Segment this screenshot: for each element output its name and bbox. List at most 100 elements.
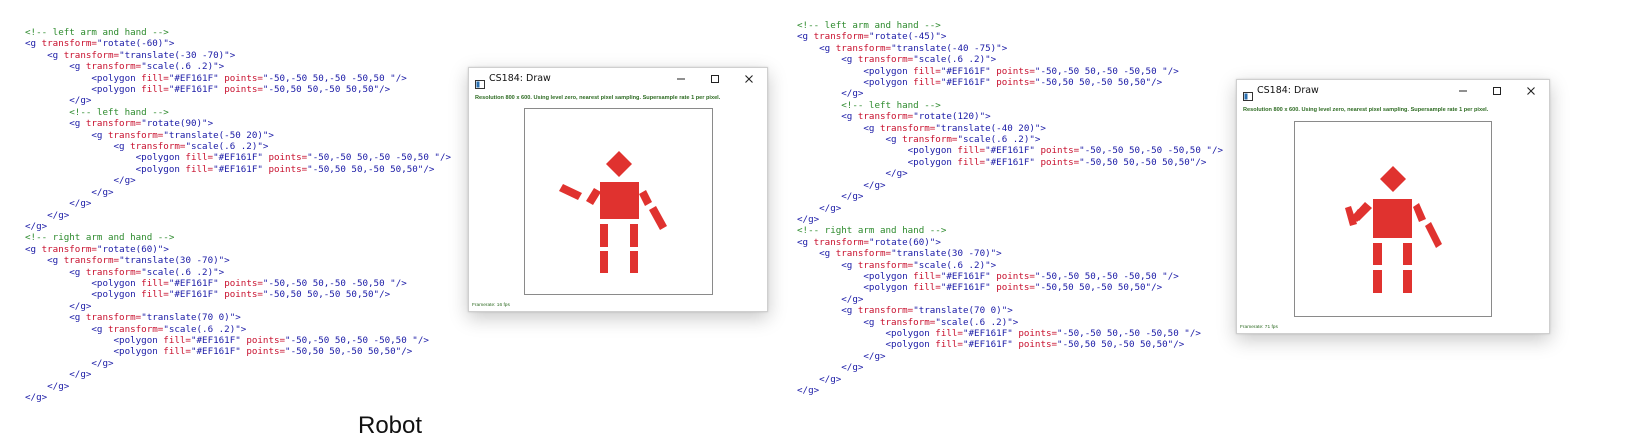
- draw-window-left[interactable]: CS184: Draw Resolution 800 x 600. Using …: [468, 67, 768, 312]
- robot-left-upper-leg: [1373, 243, 1382, 265]
- code-line: </g>: [797, 362, 864, 374]
- code-line: <polygon fill="#EF161F" points="-50,50 5…: [25, 84, 391, 96]
- close-button[interactable]: [733, 69, 765, 89]
- title-bar[interactable]: CS184: Draw: [1237, 80, 1549, 102]
- code-line: </g>: [25, 369, 92, 381]
- minimize-icon: [1459, 90, 1467, 92]
- code-line: <polygon fill="#EF161F" points="-50,-50 …: [797, 327, 1201, 339]
- minimize-icon: [677, 78, 685, 80]
- code-line: <polygon fill="#EF161F" points="-50,-50 …: [25, 334, 429, 346]
- code-line: </g>: [25, 198, 92, 210]
- code-line: <g transform="translate(-40 20)">: [797, 122, 1046, 134]
- code-line: <g transform="rotate(120)">: [797, 111, 991, 123]
- robot-right-lower-leg: [630, 251, 638, 273]
- maximize-button[interactable]: [1481, 81, 1513, 101]
- minimize-button[interactable]: [1447, 81, 1479, 101]
- code-line: <g transform="scale(.6 .2)">: [25, 61, 225, 73]
- code-line: <g transform="scale(.6 .2)">: [797, 54, 997, 66]
- code-line: <polygon fill="#EF161F" points="-50,50 5…: [25, 163, 435, 175]
- code-line: </g>: [25, 186, 114, 198]
- code-line: <!-- left arm and hand -->: [25, 27, 169, 38]
- code-line: <polygon fill="#EF161F" points="-50,50 5…: [797, 156, 1207, 168]
- code-line: <g transform="rotate(90)">: [25, 118, 214, 130]
- code-line: </g>: [797, 385, 820, 396]
- code-line: <g transform="scale(.6 .2)">: [797, 316, 1019, 328]
- code-line: <!-- left arm and hand -->: [797, 20, 941, 31]
- window-title: CS184: Draw: [489, 73, 551, 84]
- code-line: </g>: [25, 175, 136, 187]
- code-line: <g transform="scale(.6 .2)">: [25, 141, 269, 153]
- code-line: </g>: [797, 168, 908, 180]
- maximize-icon: [711, 75, 719, 83]
- robot-left-lower-leg: [600, 251, 608, 273]
- code-line: <polygon fill="#EF161F" points="-50,-50 …: [25, 72, 407, 84]
- code-line: <g transform="scale(.6 .2)">: [797, 134, 1041, 146]
- title-bar[interactable]: CS184: Draw: [469, 68, 767, 90]
- code-line: </g>: [797, 202, 842, 214]
- code-line: </g>: [25, 209, 70, 221]
- code-line: <!-- left hand -->: [25, 106, 169, 118]
- code-line: <!-- right arm and hand -->: [25, 232, 175, 244]
- robot-right-arm: [639, 190, 652, 206]
- code-line: </g>: [25, 300, 92, 312]
- robot-head: [606, 151, 632, 177]
- robot-right-arm: [1413, 203, 1426, 222]
- robot-head: [1380, 166, 1406, 192]
- close-icon: [745, 75, 753, 83]
- code-line: </g>: [25, 95, 92, 107]
- maximize-icon: [1493, 87, 1501, 95]
- code-line: <g transform="rotate(-60)">: [25, 38, 175, 50]
- robot-right-upper-leg: [1403, 243, 1412, 265]
- robot-left-hand: [559, 184, 582, 200]
- robot-right-upper-leg: [630, 224, 638, 247]
- code-line: <polygon fill="#EF161F" points="-50,50 5…: [25, 289, 391, 301]
- code-line: </g>: [797, 179, 886, 191]
- code-line: </g>: [25, 392, 48, 403]
- code-line: </g>: [797, 350, 886, 362]
- status-text: Resolution 800 x 600. Using level zero, …: [1243, 107, 1489, 113]
- code-line: </g>: [797, 293, 864, 305]
- code-line: <polygon fill="#EF161F" points="-50,-50 …: [797, 65, 1179, 77]
- code-line: </g>: [797, 88, 864, 100]
- code-line: <g transform="rotate(60)">: [797, 236, 941, 248]
- robot-right-hand: [1425, 222, 1442, 248]
- code-line: <g transform="translate(-30 -70)">: [25, 49, 236, 61]
- close-button[interactable]: [1515, 81, 1547, 101]
- robot-body: [1373, 199, 1412, 238]
- code-line: <g transform="scale(.6 .2)">: [797, 259, 997, 271]
- status-text: Resolution 800 x 600. Using level zero, …: [475, 95, 721, 101]
- framerate-text: Framerate: 16 fps: [472, 303, 510, 308]
- code-line: <!-- left hand -->: [797, 99, 941, 111]
- slide-caption: Robot: [358, 412, 423, 439]
- robot-left-lower-leg: [1373, 270, 1382, 293]
- robot-left-arm: [586, 188, 601, 205]
- code-line: <g transform="scale(.6 .2)">: [25, 266, 225, 278]
- robot-right-lower-leg: [1403, 270, 1412, 293]
- code-line: <polygon fill="#EF161F" points="-50,-50 …: [25, 277, 407, 289]
- draw-window-right[interactable]: CS184: Draw Resolution 800 x 600. Using …: [1236, 79, 1550, 334]
- code-line: <g transform="rotate(-45)">: [797, 31, 947, 43]
- code-line: </g>: [797, 213, 820, 225]
- app-window-icon: [475, 74, 485, 89]
- code-line: <g transform="translate(-50 20)">: [25, 129, 274, 141]
- minimize-button[interactable]: [665, 69, 697, 89]
- code-line: </g>: [797, 373, 842, 385]
- render-canvas[interactable]: [524, 108, 713, 295]
- code-line: <polygon fill="#EF161F" points="-50,-50 …: [797, 145, 1224, 157]
- code-line: </g>: [25, 380, 70, 392]
- robot-drawing: [1345, 166, 1442, 293]
- code-line: <polygon fill="#EF161F" points="-50,50 5…: [797, 282, 1163, 294]
- robot-right-hand: [649, 206, 667, 230]
- code-line: </g>: [25, 357, 114, 369]
- code-line: <g transform="translate(30 -70)">: [797, 248, 1002, 260]
- code-line: <g transform="translate(70 0)">: [25, 312, 241, 324]
- framerate-text: Framerate: 71 fps: [1240, 325, 1278, 330]
- code-line: <g transform="scale(.6 .2)">: [25, 323, 247, 335]
- render-canvas[interactable]: [1294, 121, 1492, 317]
- robot-left-upper-leg: [600, 224, 608, 247]
- maximize-button[interactable]: [699, 69, 731, 89]
- close-icon: [1527, 87, 1535, 95]
- code-line: <g transform="rotate(60)">: [25, 243, 169, 255]
- code-listing-left: <!-- left arm and hand --> <g transform=…: [25, 27, 451, 403]
- code-line: <g transform="translate(-40 -75)">: [797, 42, 1008, 54]
